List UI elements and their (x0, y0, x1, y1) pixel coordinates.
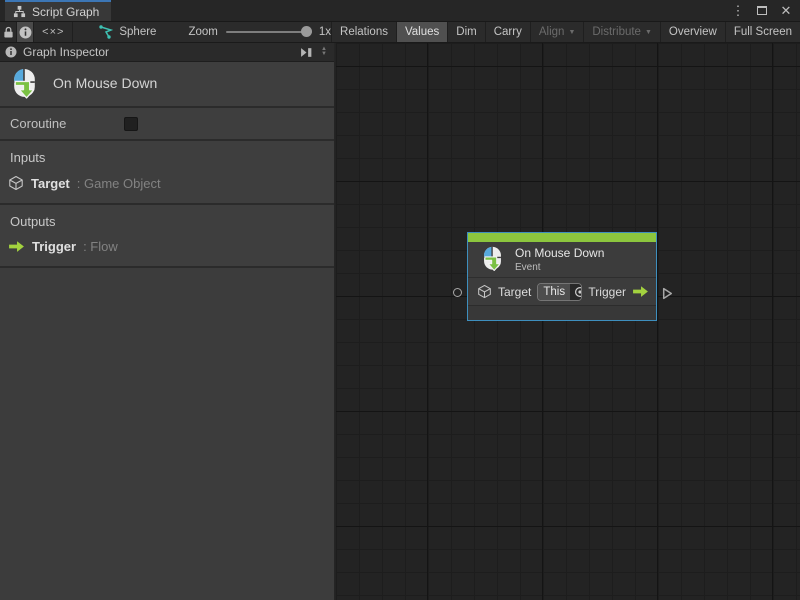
inputs-header: Inputs (0, 148, 334, 173)
target-port-label: Target (498, 285, 531, 299)
target-value-field[interactable]: This (537, 283, 582, 301)
maximize-icon[interactable] (752, 1, 772, 21)
node-title: On Mouse Down (515, 246, 604, 260)
panel-title: Graph Inspector (23, 45, 109, 59)
window-controls: ⋮ ✕ (728, 0, 796, 21)
event-color-bar (468, 233, 656, 242)
distribute-button[interactable]: Distribute ▼ (584, 22, 661, 42)
lock-icon (3, 26, 14, 39)
target-value: This (538, 284, 570, 300)
output-type: : Flow (83, 239, 118, 254)
zoom-slider[interactable] (226, 31, 312, 33)
outputs-section: Outputs Trigger : Flow (0, 205, 334, 268)
unit-header-section: On Mouse Down (0, 62, 334, 108)
input-row-target: Target : Game Object (0, 173, 334, 193)
inspector-empty-area (0, 268, 334, 600)
trigger-port-label: Trigger (588, 285, 626, 299)
close-icon[interactable]: ✕ (776, 1, 796, 21)
spinner-down-icon[interactable]: ▼ (321, 52, 327, 57)
zoom-control: Zoom 1x (188, 22, 331, 42)
distribute-label: Distribute (592, 26, 641, 38)
output-row-trigger: Trigger : Flow (0, 237, 334, 256)
graph-inspector-panel: Graph Inspector ▲ ▼ On Mouse Down Corout (0, 43, 335, 600)
overview-label: Overview (669, 26, 717, 38)
panel-scroll-spinner[interactable]: ▲ ▼ (319, 47, 329, 57)
full-screen-label: Full Screen (734, 26, 792, 38)
menu-icon[interactable]: ⋮ (728, 1, 748, 21)
dim-button[interactable]: Dim (448, 22, 485, 42)
node-footer (468, 305, 656, 320)
object-picker-icon[interactable] (570, 284, 582, 300)
tab-strip: Script Graph ⋮ ✕ (0, 0, 800, 21)
on-mouse-down-icon (8, 68, 41, 101)
value-input-port[interactable] (453, 288, 462, 297)
graph-canvas[interactable]: On Mouse Down Event Target This (336, 43, 800, 600)
dim-label: Dim (456, 26, 476, 38)
zoom-value: 1x (319, 26, 331, 38)
output-name: Trigger (32, 239, 76, 254)
values-button[interactable]: Values (397, 22, 448, 42)
toolbar-buttons: Relations Values Dim Carry Align ▼ Distr… (331, 22, 800, 42)
full-screen-button[interactable]: Full Screen (726, 22, 800, 42)
carry-button[interactable]: Carry (486, 22, 531, 42)
coroutine-row: Coroutine (0, 108, 334, 141)
info-icon (19, 26, 32, 39)
values-label: Values (405, 26, 439, 38)
lock-button[interactable] (0, 22, 17, 42)
cube-icon (477, 284, 492, 299)
overview-button[interactable]: Overview (661, 22, 726, 42)
coroutine-checkbox[interactable] (124, 117, 138, 131)
node-titles: On Mouse Down Event (515, 246, 604, 273)
cube-icon (8, 175, 24, 191)
maximize-glyph (757, 6, 767, 15)
graph-reference[interactable]: Sphere (99, 22, 156, 42)
graph-toolbar: <×> Sphere Zoom 1x Relations Values Dim (0, 21, 800, 43)
chevron-down-icon: ▼ (568, 29, 575, 36)
flow-arrow-icon (8, 240, 25, 253)
unit-title: On Mouse Down (53, 75, 157, 91)
code-view-button[interactable]: <×> (34, 22, 73, 42)
input-name: Target (31, 176, 70, 191)
flow-arrow-icon (632, 285, 649, 298)
inputs-section: Inputs Target : Game Object (0, 141, 334, 205)
tab-script-graph[interactable]: Script Graph (5, 0, 111, 21)
zoom-slider-handle[interactable] (301, 26, 312, 37)
script-graph-icon (99, 25, 113, 39)
align-button[interactable]: Align ▼ (531, 22, 585, 42)
info-icon (5, 46, 17, 58)
zoom-label: Zoom (188, 26, 217, 38)
tab-label: Script Graph (32, 5, 99, 19)
hierarchy-icon (13, 5, 26, 18)
flow-output-port[interactable] (662, 287, 673, 300)
relations-button[interactable]: Relations (331, 22, 397, 42)
align-label: Align (539, 26, 565, 38)
on-mouse-down-icon (479, 246, 506, 273)
graph-inspector-header: Graph Inspector ▲ ▼ (0, 43, 334, 62)
node-subtitle: Event (515, 262, 604, 273)
outputs-header: Outputs (0, 212, 334, 237)
relations-label: Relations (340, 26, 388, 38)
inspector-toggle-button[interactable] (17, 22, 34, 42)
carry-label: Carry (494, 26, 522, 38)
on-mouse-down-node[interactable]: On Mouse Down Event Target This (467, 232, 657, 321)
node-header: On Mouse Down Event (468, 242, 656, 277)
chevron-down-icon: ▼ (645, 29, 652, 36)
coroutine-label: Coroutine (10, 116, 66, 131)
node-ports-row: Target This Trigger (468, 278, 656, 305)
dock-panel-icon[interactable] (300, 47, 313, 58)
input-type: : Game Object (77, 176, 161, 191)
graph-object-name: Sphere (119, 26, 156, 38)
code-icon: <×> (42, 26, 64, 38)
